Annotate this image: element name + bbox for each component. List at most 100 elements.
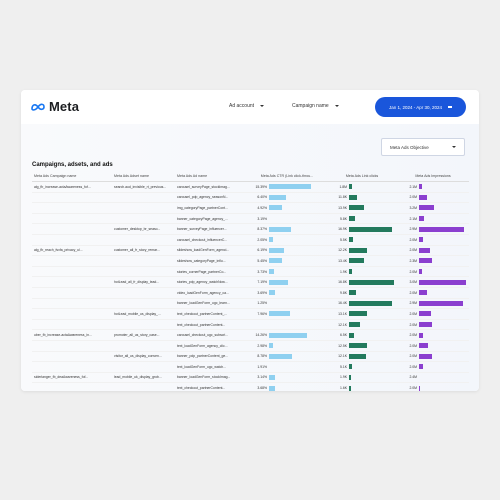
cell-ctr: 3.19% xyxy=(247,213,327,225)
cell-ctr xyxy=(247,319,327,331)
table-row[interactable]: hotLead_all_fr_display_lead... stories_pd… xyxy=(32,276,469,288)
cell-ctr: 7.19% xyxy=(247,276,327,288)
link-clicks-bar xyxy=(349,300,392,306)
table-row[interactable]: text_checkout_partnerContent... 12.1K 2.0M xyxy=(32,319,469,331)
cell-ctr: 2.05% xyxy=(247,234,327,246)
impressions-bar xyxy=(419,300,463,306)
cell-link-clicks-value: 5.8K xyxy=(340,216,347,221)
cell-ad-name: img_categoryPage_partnerCont... xyxy=(175,202,247,214)
cell-link-clicks: 12.1K xyxy=(327,319,397,331)
cell-ad-name: text_checkout_partnerContent_... xyxy=(175,308,247,320)
cell-campaign-name xyxy=(32,298,112,310)
cell-impressions-value: 2.0M xyxy=(409,343,417,348)
cell-adset-name xyxy=(112,287,175,299)
impressions-bar xyxy=(419,332,423,338)
dashboard-card: Meta Ad account Campaign name Jan 1, 202… xyxy=(21,90,479,391)
date-range-button[interactable]: Jan 1, 2024 - Apr 30, 2024 xyxy=(375,97,466,117)
header-bar: Meta Ad account Campaign name Jan 1, 202… xyxy=(21,90,479,125)
cell-impressions-value: 2.1M xyxy=(409,184,417,189)
table-row[interactable]: siderlanger_fb_deaAwareness_fof... lead_m… xyxy=(32,372,469,384)
cell-ctr-value: 2.05% xyxy=(257,237,267,242)
table-row[interactable]: banner_loadGenForm_ugc_learn... 1.25% 16.4… xyxy=(32,298,469,310)
cell-adset-name: promoter_all_us_story_case... xyxy=(112,329,175,341)
table-row[interactable]: uber_fb_increase-actaAwareness_in... prom… xyxy=(32,329,469,341)
link-clicks-bar xyxy=(349,364,352,370)
brand-name: Meta xyxy=(49,99,80,114)
table-body: alg_fb_increase-actaAwareness_fof... sear… xyxy=(32,181,469,391)
cell-impressions: 2.0M xyxy=(397,361,469,373)
col-ctr[interactable]: Meta Ads CTR (Link click-throu... xyxy=(247,171,327,182)
ad-account-select[interactable]: Ad account xyxy=(229,103,265,109)
cell-impressions: 2.0M xyxy=(397,329,469,341)
impressions-bar xyxy=(419,353,432,359)
date-range-label: Jan 1, 2024 - Apr 30, 2024 xyxy=(388,104,443,110)
col-impressions[interactable]: Meta Ads Impressions xyxy=(397,171,469,182)
cell-campaign-name xyxy=(32,202,112,214)
chevron-down-icon xyxy=(334,105,339,107)
cell-ad-name: slideshow_categoryPage_influ... xyxy=(175,255,247,267)
col-ad-name[interactable]: Meta Ads Ad name xyxy=(175,171,247,182)
table-row[interactable]: alg_fb_increase-actaAwareness_fof... sear… xyxy=(32,181,469,193)
cell-ctr-value: 3.73% xyxy=(257,269,267,274)
cell-campaign-name xyxy=(32,340,112,352)
cell-ctr: 8.78% xyxy=(247,351,327,363)
cell-link-clicks: 16.4K xyxy=(327,298,397,310)
ctr-bar xyxy=(269,279,288,285)
table-row[interactable]: img_categoryPage_partnerCont... 4.92% 13.9… xyxy=(32,202,469,214)
table-row[interactable]: slideshow_categoryPage_influ... 5.45% 13.4… xyxy=(32,255,469,267)
impressions-bar xyxy=(419,311,431,317)
col-link-clicks[interactable]: Meta Ads Link clicks xyxy=(327,171,397,182)
cell-ad-name: text_loadGenForm_agency_clic... xyxy=(175,340,247,352)
cell-link-clicks-value: 12.5K xyxy=(338,343,347,348)
cell-impressions-value: 2.0M xyxy=(409,322,417,327)
cell-campaign-name xyxy=(32,308,112,320)
table-row[interactable]: stories_cornerPage_partnerCo... 3.73% 1.9K… xyxy=(32,266,469,278)
table-row[interactable]: video_loadGenForm_agency_ca... 3.69% 9.8K 2… xyxy=(32,287,469,299)
cell-adset-name xyxy=(112,255,175,267)
table-row[interactable]: banner_categoryPage_agency_... 3.19% 5.8K 2… xyxy=(32,213,469,225)
cell-campaign-name xyxy=(32,255,112,267)
cell-link-clicks: 9.8K xyxy=(327,287,397,299)
campaign-name-select[interactable]: Campaign name xyxy=(292,103,339,109)
cell-impressions: 3.0M xyxy=(397,276,469,288)
ctr-bar xyxy=(269,290,275,296)
link-clicks-bar xyxy=(349,385,351,391)
cell-campaign-name xyxy=(32,234,112,246)
cell-campaign-name xyxy=(32,266,112,278)
table-row[interactable]: text_checkout_partnerContent... 3.68% 1.6K… xyxy=(32,382,469,391)
cell-impressions: 2.9M xyxy=(397,298,469,310)
table-row[interactable]: carousel_checkout_influencerC... 2.05% 5.5… xyxy=(32,234,469,246)
cell-ctr-value: 4.92% xyxy=(257,205,267,210)
col-adset-name[interactable]: Meta Ads Adset name xyxy=(112,171,175,182)
cell-ctr-value: 1.25% xyxy=(257,301,267,306)
cell-ad-name: slideshow_loadGenForm_agenci... xyxy=(175,245,247,257)
table-row[interactable]: customer_desktop_br_seaso... banner_surve… xyxy=(32,223,469,235)
col-campaign-name[interactable]: Meta Ads Campaign name xyxy=(32,171,112,182)
table-row[interactable]: text_loadGenForm_agency_clic... 2.98% 12.5… xyxy=(32,340,469,352)
table-header-row: Meta Ads Campaign name Meta Ads Adset na… xyxy=(32,171,469,182)
table-row[interactable]: text_loadGenForm_ugc_watch... 1.91% 5.1K 2.… xyxy=(32,361,469,373)
cell-link-clicks-value: 12.1K xyxy=(338,354,347,359)
table-row[interactable]: visitor_all_us_display_conven... banner_p… xyxy=(32,351,469,363)
cell-adset-name xyxy=(112,234,175,246)
cell-adset-name: visitor_all_us_display_conven... xyxy=(112,351,175,363)
objective-filter[interactable]: Meta Ads Objective xyxy=(381,138,465,156)
cell-impressions-value: 2.0M xyxy=(409,195,417,200)
table-row[interactable]: hotLead_mobile_us_display_... text_checko… xyxy=(32,308,469,320)
link-clicks-bar xyxy=(349,311,367,317)
cell-link-clicks: 11.8K xyxy=(327,192,397,204)
link-clicks-bar xyxy=(349,279,394,285)
impressions-bar xyxy=(419,322,432,328)
link-clicks-bar xyxy=(349,374,351,380)
table-row[interactable]: alg_fb_reach_fsxfa_privacy_ul... customer… xyxy=(32,245,469,257)
ctr-bar xyxy=(269,194,286,200)
cell-campaign-name xyxy=(32,382,112,391)
impressions-bar xyxy=(419,194,427,200)
link-clicks-bar xyxy=(349,343,367,349)
cell-ad-name: text_checkout_partnerContent... xyxy=(175,319,247,331)
cell-impressions-value: 2.0M xyxy=(409,311,417,316)
cell-adset-name xyxy=(112,340,175,352)
cell-ad-name: text_loadGenForm_ugc_watch... xyxy=(175,361,247,373)
table-row[interactable]: carousel_pdp_agency_seasonN... 6.40% 11.8K… xyxy=(32,192,469,204)
impressions-bar xyxy=(419,184,422,190)
